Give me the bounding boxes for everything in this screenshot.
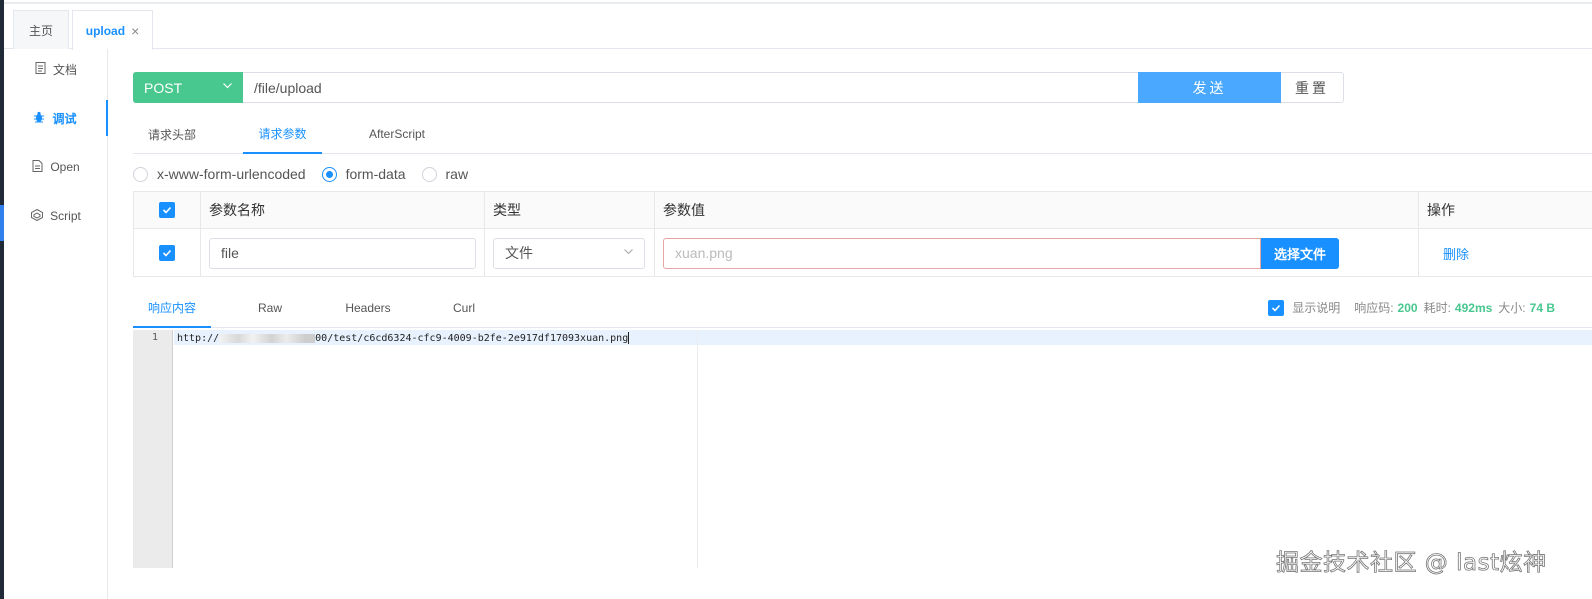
side-item-docs[interactable]: 文档: [4, 51, 108, 87]
param-type-select[interactable]: 文件: [493, 237, 645, 269]
show-desc-checkbox[interactable]: [1268, 299, 1285, 316]
tab-response-curl[interactable]: Curl: [443, 288, 485, 328]
watermark: 掘金技术社区 @ last炫神: [1276, 550, 1547, 577]
size-label: 大小:: [1498, 301, 1526, 315]
url-input[interactable]: [245, 73, 1138, 102]
name-cell: file: [201, 229, 485, 277]
tab-home-label: 主页: [28, 23, 53, 38]
radio-form-data[interactable]: form-data: [321, 166, 406, 182]
col-header-action: 操作: [1427, 202, 1455, 218]
tab-upload[interactable]: upload ×: [72, 10, 153, 50]
status-value: 200: [1397, 300, 1418, 315]
radio-label: form-data: [345, 166, 406, 182]
radio-urlencoded[interactable]: x-www-form-urlencoded: [133, 166, 306, 182]
response-url-suffix: 00/test/c6cd6324-cfc9-4009-b2fe-2e917df1…: [315, 333, 629, 344]
document-icon: [35, 61, 46, 77]
close-icon[interactable]: ×: [131, 23, 139, 39]
reset-button[interactable]: 重置: [1281, 72, 1344, 103]
print-margin: [697, 330, 698, 568]
param-file-field[interactable]: xuan.png: [663, 237, 1261, 269]
response-url-prefix: http://: [177, 333, 220, 344]
row-checkbox-cell: [134, 229, 201, 277]
value-cell: xuan.png 选择文件: [655, 229, 1419, 277]
tab-home[interactable]: 主页: [13, 10, 69, 49]
response-editor[interactable]: 1 http:// 00/test/c6cd6324-cfc9-4009-b2fe…: [133, 330, 1592, 568]
side-item-script[interactable]: Script: [4, 198, 108, 234]
side-item-label: Script: [50, 209, 81, 223]
code-icon: [31, 208, 44, 224]
request-url-bar: POST 发送 重置: [133, 72, 1344, 103]
tab-response-headers[interactable]: Headers: [333, 288, 403, 328]
method-label: POST: [144, 79, 183, 96]
method-select[interactable]: POST: [133, 72, 243, 103]
select-all-checkbox[interactable]: [159, 202, 175, 218]
radio-label: raw: [445, 166, 469, 182]
response-tabs: 响应内容 Raw Headers Curl 显示说明 响应码: 200 耗时: …: [133, 288, 1592, 328]
type-cell: 文件: [485, 229, 655, 277]
response-meta: 显示说明 响应码: 200 耗时: 492ms 大小: 74 B: [1268, 299, 1555, 316]
col-header-type: 类型: [485, 192, 655, 228]
tab-request-params[interactable]: 请求参数: [243, 114, 322, 154]
bug-icon: [33, 111, 45, 126]
redacted-host: [219, 333, 316, 343]
col-header-name: 参数名称: [201, 192, 485, 228]
request-tabs: 请求头部 请求参数 AfterScript: [133, 114, 1592, 154]
params-table: 参数名称 类型 参数值 操作 file 文件 xuan.png 选择文件 删除: [133, 191, 1592, 277]
choose-file-button[interactable]: 选择文件: [1261, 237, 1339, 269]
size-value: 74 B: [1529, 300, 1555, 315]
radio-label: x-www-form-urlencoded: [157, 166, 306, 182]
radio-circle: [421, 166, 437, 182]
text-cursor: [628, 332, 630, 344]
tab-request-headers[interactable]: 请求头部: [133, 114, 211, 154]
delete-link[interactable]: 删除: [1443, 244, 1469, 263]
param-name-input[interactable]: file: [209, 237, 476, 269]
time-label: 耗时:: [1423, 301, 1451, 315]
tab-response-raw[interactable]: Raw: [243, 288, 297, 328]
side-item-debug[interactable]: 调试: [4, 100, 108, 136]
editor-gutter: 1: [133, 330, 173, 568]
side-item-open[interactable]: Open: [4, 149, 108, 185]
body-type-radios: x-www-form-urlencoded form-data raw: [133, 164, 484, 184]
radio-raw[interactable]: raw: [421, 166, 469, 182]
tab-response-content[interactable]: 响应内容: [133, 288, 211, 328]
side-item-label: 调试: [52, 111, 77, 126]
radio-circle-selected: [321, 166, 337, 182]
tab-after-script[interactable]: AfterScript: [358, 114, 436, 154]
header-checkbox-cell: [134, 192, 201, 228]
side-item-label: Open: [50, 160, 80, 174]
table-row: file 文件 xuan.png 选择文件 删除: [134, 229, 1592, 277]
show-desc-label: 显示说明: [1292, 301, 1341, 315]
file-icon: [32, 159, 43, 175]
send-button[interactable]: 发送: [1138, 72, 1281, 103]
row-checkbox[interactable]: [159, 245, 175, 261]
response-body-line: http:// 00/test/c6cd6324-cfc9-4009-b2fe-2…: [177, 332, 630, 344]
status-label: 响应码:: [1354, 301, 1394, 315]
radio-circle: [133, 166, 148, 182]
action-cell: 删除: [1419, 229, 1592, 277]
page-tabs: 主页 upload ×: [4, 4, 1592, 50]
side-item-label: 文档: [52, 62, 77, 77]
side-menu: 文档 调试 Open Script: [4, 49, 108, 599]
param-type-value: 文件: [505, 245, 533, 261]
time-value: 492ms: [1454, 300, 1493, 315]
tab-upload-label: upload: [85, 23, 126, 38]
params-table-header: 参数名称 类型 参数值 操作: [134, 192, 1592, 229]
col-header-value: 参数值: [655, 192, 1419, 228]
chevron-down-icon: [222, 80, 233, 94]
chevron-down-icon: [623, 246, 634, 260]
line-number: 1: [151, 332, 158, 343]
